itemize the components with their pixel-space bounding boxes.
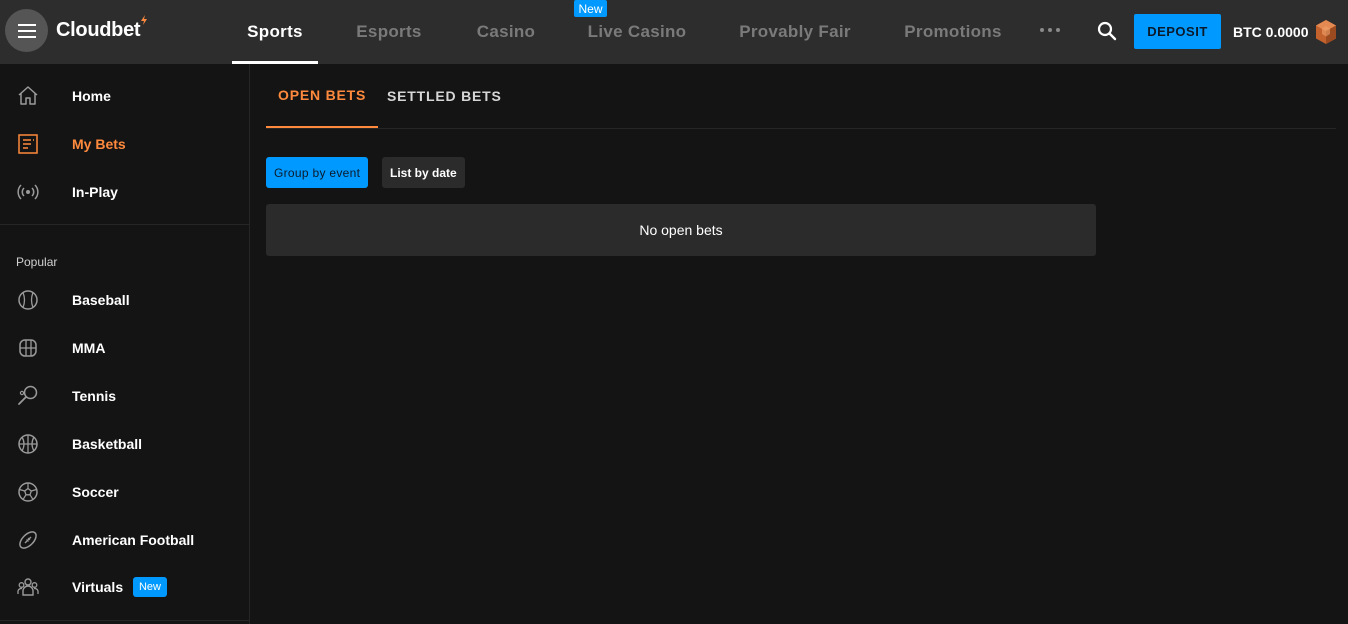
broadcast-icon xyxy=(17,184,39,200)
home-icon xyxy=(18,86,38,105)
sidebar-item-baseball[interactable]: Baseball xyxy=(0,276,249,324)
basketball-icon xyxy=(18,434,38,454)
empty-message: No open bets xyxy=(639,222,723,238)
sidebar-item-american-football[interactable]: American Football xyxy=(0,516,249,564)
sidebar-item-label: Soccer xyxy=(72,484,119,500)
sidebar-item-label: In-Play xyxy=(72,184,118,200)
sidebar-item-in-play[interactable]: In-Play xyxy=(0,168,249,216)
nav-casino[interactable]: Casino xyxy=(466,0,546,64)
empty-state: No open bets xyxy=(266,204,1096,256)
sidebar-item-mma[interactable]: MMA xyxy=(0,324,249,372)
popular-heading: Popular xyxy=(16,255,58,269)
sidebar-item-label: Virtuals xyxy=(72,579,124,595)
sidebar-item-label: Home xyxy=(72,88,111,104)
nav-esports[interactable]: Esports xyxy=(348,0,430,64)
nav-promotions[interactable]: Promotions xyxy=(898,0,1008,64)
sidebar-item-label: Basketball xyxy=(72,436,143,452)
virtuals-icon xyxy=(17,578,39,596)
currency-icon[interactable] xyxy=(1314,19,1338,45)
sidebar-item-label: Tennis xyxy=(72,388,117,404)
sidebar-item-tennis[interactable]: Tennis xyxy=(0,372,249,420)
wallet-balance[interactable]: BTC 0.0000 xyxy=(1233,24,1308,40)
tennis-racket-icon xyxy=(18,385,38,405)
group-by-event-button[interactable]: Group by event xyxy=(266,157,369,188)
mma-glove-icon xyxy=(19,339,37,357)
sidebar-divider xyxy=(0,224,249,225)
search-button[interactable] xyxy=(1096,20,1118,42)
tab-open-bets[interactable]: OPEN BETS xyxy=(266,64,379,128)
sidebar-item-virtuals[interactable]: Virtuals New xyxy=(0,563,249,611)
deposit-button[interactable]: DEPOSIT xyxy=(1134,14,1221,49)
lightning-bolt-icon xyxy=(141,15,148,25)
sidebar-item-soccer[interactable]: Soccer xyxy=(0,468,249,516)
sidebar-item-label: Baseball xyxy=(72,292,130,308)
sidebar-item-basketball[interactable]: Basketball xyxy=(0,420,249,468)
brand-name: Cloudbet xyxy=(56,19,141,41)
new-badge: New xyxy=(133,577,167,597)
american-football-icon xyxy=(19,531,37,549)
main-content: OPEN BETS SETTLED BETS Group by event Li… xyxy=(250,64,1348,624)
list-by-date-button[interactable]: List by date xyxy=(382,157,465,188)
sidebar-item-home[interactable]: Home xyxy=(0,72,249,120)
top-bar: Cloudbet Sports Esports Casino New Live … xyxy=(0,0,1348,64)
hamburger-icon xyxy=(17,23,36,38)
sidebar-item-label: MMA xyxy=(72,340,106,356)
menu-button[interactable] xyxy=(5,9,48,52)
sidebar-item-label: American Football xyxy=(72,532,195,548)
more-menu-icon[interactable] xyxy=(1040,28,1060,32)
nav-live-casino[interactable]: Live Casino xyxy=(583,0,691,64)
sidebar-item-label: My Bets xyxy=(72,136,126,152)
brand-logo[interactable]: Cloudbet xyxy=(56,15,148,42)
soccer-ball-icon xyxy=(18,482,38,502)
sidebar-divider xyxy=(0,620,249,621)
bets-tabs: OPEN BETS SETTLED BETS xyxy=(266,64,1336,129)
nav-provably-fair[interactable]: Provably Fair xyxy=(733,0,857,64)
tab-settled-bets[interactable]: SETTLED BETS xyxy=(387,64,502,128)
baseball-icon xyxy=(18,290,38,310)
nav-sports[interactable]: Sports xyxy=(232,0,318,64)
receipt-icon xyxy=(18,134,38,154)
sidebar-item-my-bets[interactable]: My Bets xyxy=(0,120,249,168)
search-icon xyxy=(1097,21,1117,41)
sidebar: Home My Bets In-Play Popular Baseball MM… xyxy=(0,64,250,624)
